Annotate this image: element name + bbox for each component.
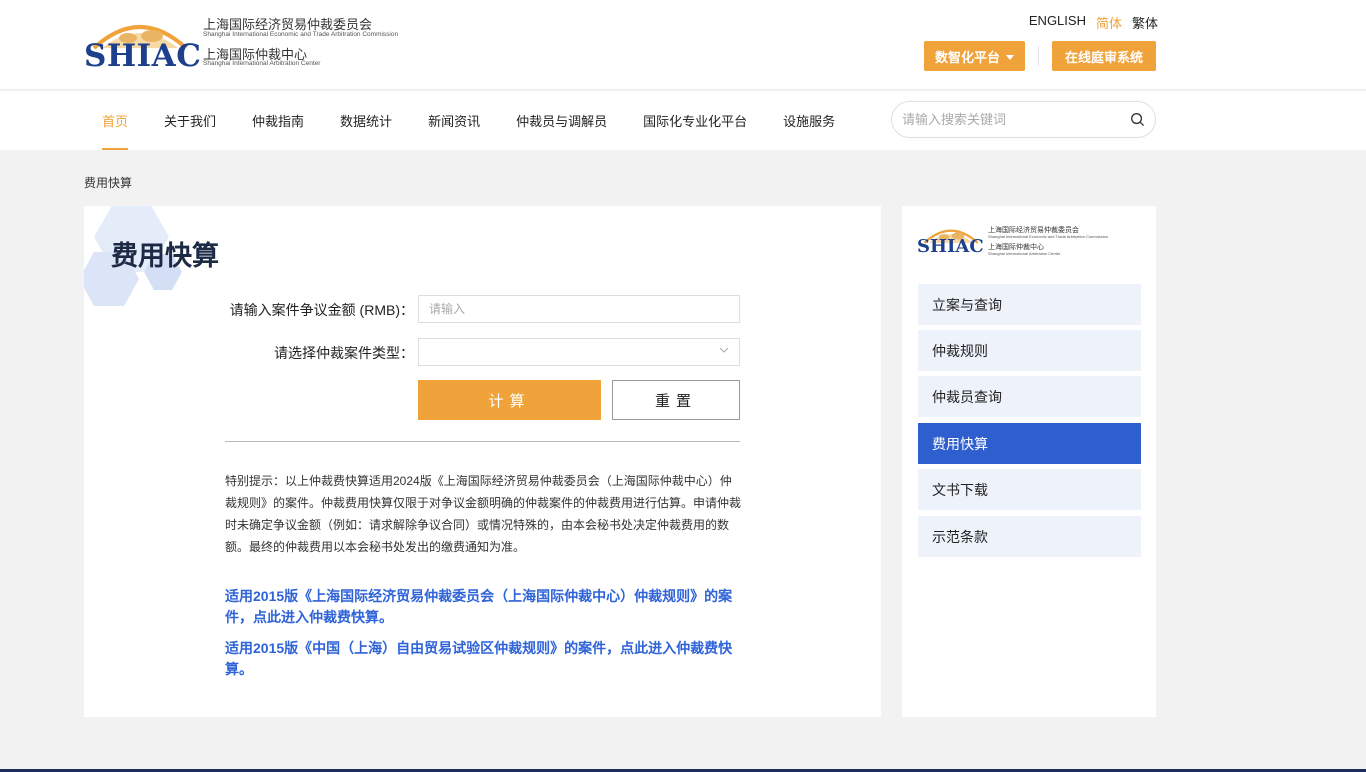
- amount-label: 请输入案件争议金额 (RMB)：: [229, 302, 414, 318]
- reset-button[interactable]: 重置: [612, 380, 740, 420]
- sidebar-item-model-clauses[interactable]: 示范条款: [918, 516, 1141, 557]
- sidebar-logo-brand: SHIAC: [917, 236, 984, 257]
- digital-platform-label: 数智化平台: [934, 49, 1000, 65]
- search-input[interactable]: [902, 102, 1117, 137]
- logo-en-line2: Shanghai International Arbitration Cente…: [203, 60, 321, 67]
- logo-brand: SHIAC: [84, 38, 202, 74]
- lang-traditional[interactable]: 繁体: [1132, 13, 1158, 32]
- logo-en-line1: Shanghai International Economic and Trad…: [203, 31, 399, 38]
- lang-simplified[interactable]: 简体: [1096, 13, 1122, 32]
- main-nav-bar: 首页 关于我们 仲裁指南 数据统计 新闻资讯 仲裁员与调解员 国际化专业化平台 …: [0, 91, 1366, 150]
- main-nav: 首页 关于我们 仲裁指南 数据统计 新闻资讯 仲裁员与调解员 国际化专业化平台 …: [84, 91, 853, 150]
- page-title: 费用快算: [111, 241, 219, 271]
- amount-input[interactable]: [418, 295, 740, 323]
- nav-item-news[interactable]: 新闻资讯: [410, 91, 498, 150]
- fee-calculator-panel: 费用快算 请输入案件争议金额 (RMB)： 请选择仲裁案件类型： 计算 重置 特…: [84, 206, 881, 717]
- case-type-select[interactable]: [418, 338, 740, 366]
- search-box: [891, 101, 1156, 138]
- sidebar-item-filing[interactable]: 立案与查询: [918, 284, 1141, 325]
- chevron-down-icon: [719, 347, 729, 353]
- language-switcher: ENGLISH 简体 繁体: [1029, 13, 1158, 32]
- online-trial-button[interactable]: 在线庭审系统: [1052, 41, 1156, 71]
- lang-english[interactable]: ENGLISH: [1029, 13, 1086, 32]
- nav-item-statistics[interactable]: 数据统计: [322, 91, 410, 150]
- shiac-logo[interactable]: SHIAC 上海国际经济贸易仲裁委员会 Shanghai Internation…: [84, 12, 429, 74]
- rules-2015-ftz-link[interactable]: 适用2015版《中国（上海）自由贸易试验区仲裁规则》的案件，点此进入仲裁费快算。: [225, 638, 741, 680]
- sidebar-logo: SHIAC 上海国际经济贸易仲裁委员会 Shanghai Internation…: [917, 222, 1127, 262]
- sidebar-item-arbitrator-search[interactable]: 仲裁员查询: [918, 376, 1141, 417]
- search-icon[interactable]: [1130, 112, 1145, 127]
- caret-down-icon: [1006, 54, 1014, 60]
- section-divider: [225, 441, 740, 442]
- case-type-label: 请选择仲裁案件类型：: [274, 345, 414, 361]
- special-notice: 特别提示：以上仲裁费快算适用2024版《上海国际经济贸易仲裁委员会（上海国际仲裁…: [225, 474, 742, 554]
- nav-item-facilities[interactable]: 设施服务: [765, 91, 853, 150]
- nav-item-international[interactable]: 国际化专业化平台: [625, 91, 765, 150]
- nav-item-guide[interactable]: 仲裁指南: [234, 91, 322, 150]
- rules-2015-sheiac-link[interactable]: 适用2015版《上海国际经济贸易仲裁委员会（上海国际仲裁中心）仲裁规则》的案件，…: [225, 586, 741, 628]
- nav-item-home[interactable]: 首页: [84, 91, 146, 150]
- sidebar: SHIAC 上海国际经济贸易仲裁委员会 Shanghai Internation…: [902, 206, 1156, 717]
- nav-item-about[interactable]: 关于我们: [146, 91, 234, 150]
- top-header: SHIAC 上海国际经济贸易仲裁委员会 Shanghai Internation…: [0, 0, 1366, 90]
- nav-item-arbitrators[interactable]: 仲裁员与调解员: [498, 91, 625, 150]
- calculate-button[interactable]: 计算: [418, 380, 601, 420]
- breadcrumb: 费用快算: [84, 176, 133, 190]
- sidebar-item-rules[interactable]: 仲裁规则: [918, 330, 1141, 371]
- header-divider: [1038, 46, 1039, 66]
- digital-platform-button[interactable]: 数智化平台: [924, 41, 1025, 71]
- sidebar-item-fee-calculator[interactable]: 费用快算: [918, 423, 1141, 464]
- sidebar-item-downloads[interactable]: 文书下载: [918, 469, 1141, 510]
- sidebar-logo-en-line2: Shanghai International Arbitration Cente…: [988, 251, 1061, 256]
- sidebar-logo-en-line1: Shanghai International Economic and Trad…: [988, 234, 1109, 239]
